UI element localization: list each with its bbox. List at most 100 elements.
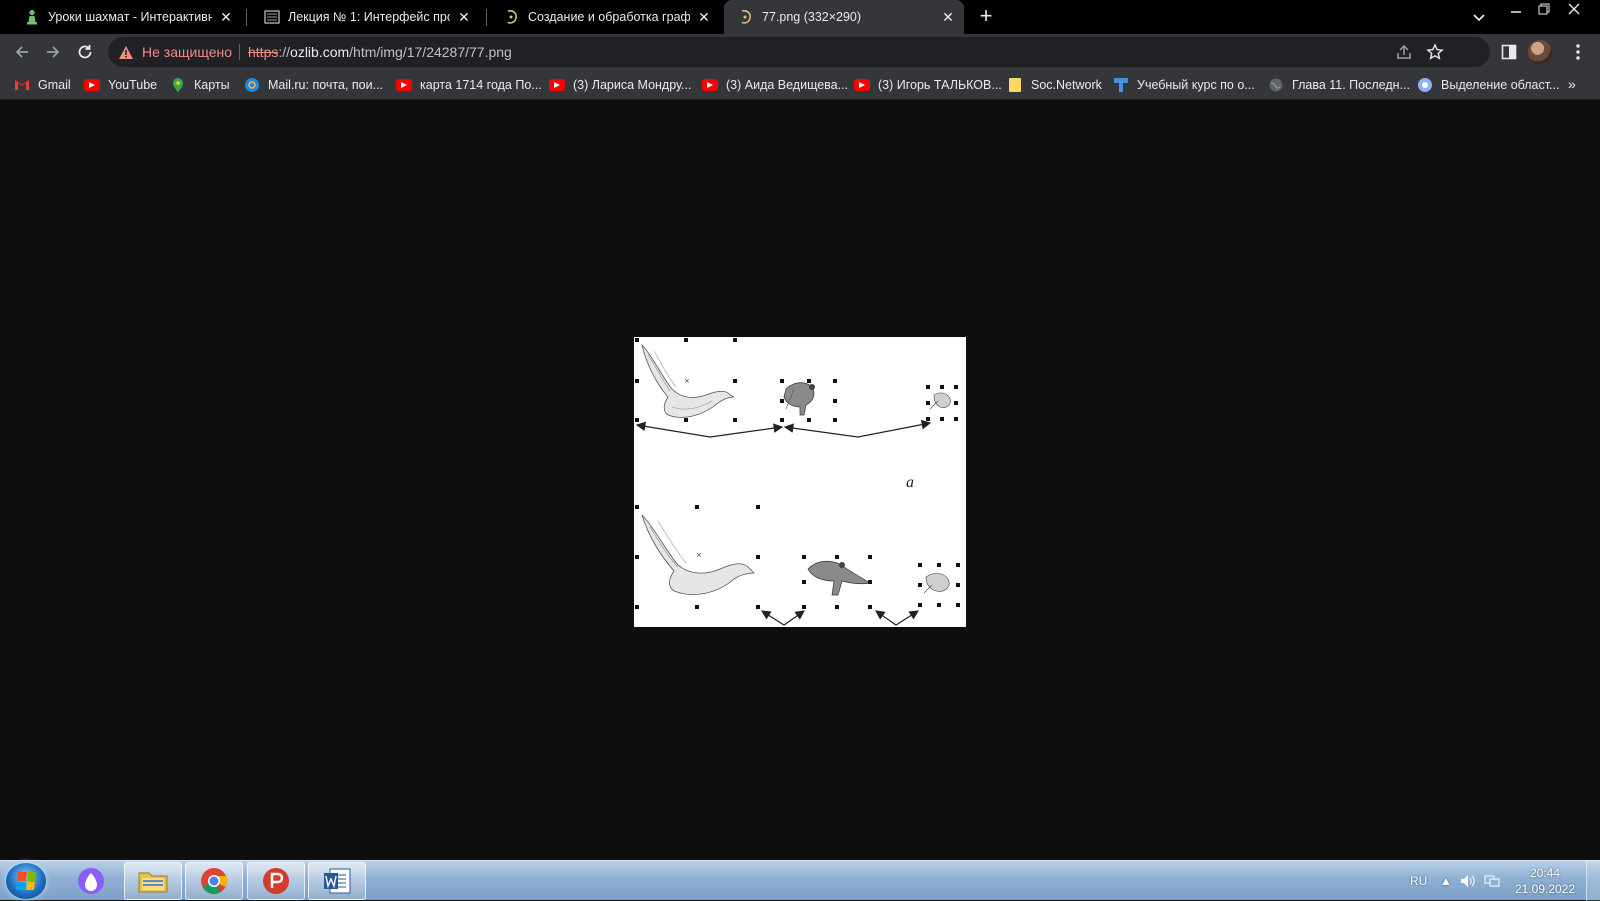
close-tab-icon[interactable]: ✕ (456, 9, 472, 25)
url-scheme: https (248, 44, 279, 60)
clock-date: 21.09.2022 (1514, 882, 1576, 896)
restore-button[interactable] (1530, 0, 1558, 18)
displayed-image: × а × (634, 337, 966, 627)
security-indicator[interactable]: Не защищено (118, 43, 232, 61)
maps-icon (170, 77, 186, 93)
bookmark-aida[interactable]: (3) Аида Ведищева... (702, 76, 848, 94)
network-icon[interactable] (1484, 861, 1500, 901)
close-tab-icon[interactable]: ✕ (218, 9, 234, 25)
bookmark-star-icon[interactable] (1426, 43, 1444, 61)
more-bookmarks-button[interactable]: » (1568, 76, 1576, 92)
svg-text:×: × (696, 551, 702, 559)
bookmark-label: (3) Лариса Мондру... (573, 78, 692, 92)
url-host: ozlib.com (290, 44, 350, 60)
bookmarks-bar: Gmail YouTube Карты Mail.ru: почта, пои.… (0, 70, 1600, 100)
menu-kebab-icon[interactable] (1566, 40, 1590, 64)
bookmark-youtube[interactable]: YouTube (84, 76, 157, 94)
youtube-icon (84, 79, 100, 91)
profile-avatar[interactable] (1528, 40, 1552, 64)
language-indicator[interactable]: RU (1410, 861, 1427, 901)
falcon-upper (783, 382, 815, 416)
bookmark-label: Gmail (38, 78, 71, 92)
tray-expand-icon[interactable]: ▲ (1440, 861, 1452, 901)
show-desktop-button[interactable] (1586, 861, 1600, 901)
upper-arrows (635, 419, 932, 438)
bookmark-chapter-11[interactable]: Глава 11. Последн... (1268, 76, 1410, 94)
tab-separator (486, 9, 487, 26)
course-icon (1113, 77, 1129, 93)
bookmark-igor[interactable]: (3) Игорь ТАЛЬКОВ... (854, 76, 1002, 94)
windows-taskbar: RU ▲ 20:44 21.09.2022 (0, 860, 1600, 901)
tab-separator (246, 9, 247, 26)
tab-search-chevron-icon[interactable] (1470, 8, 1488, 26)
bookmark-selection[interactable]: Выделение област... (1417, 76, 1560, 94)
close-window-button[interactable] (1560, 0, 1588, 18)
system-clock[interactable]: 20:44 21.09.2022 (1510, 865, 1580, 897)
bookmark-label: (3) Аида Ведищева... (726, 78, 849, 92)
volume-icon[interactable] (1460, 861, 1476, 901)
forward-button[interactable] (41, 40, 65, 64)
bookmark-label: Mail.ru: почта, пои... (268, 78, 384, 92)
chrome-ext-icon (1417, 77, 1433, 93)
bookmark-gmail[interactable]: Gmail (14, 76, 71, 94)
url-path: /htm/img/17/24287/77.png (349, 44, 512, 60)
bookmark-label: Учебный курс по о... (1137, 78, 1255, 92)
tab-graphics[interactable]: Создание и обработка графиче ✕ (490, 0, 720, 34)
tab-image-77[interactable]: 77.png (332×290) ✕ (724, 0, 964, 34)
svg-text:×: × (684, 377, 690, 385)
bookmark-mailru[interactable]: Mail.ru: почта, пои... (244, 76, 383, 94)
small-bird-lower (923, 573, 950, 594)
tab-lecture[interactable]: Лекция № 1: Интерфейс програ ✕ (250, 0, 480, 34)
chess-pawn-icon (24, 9, 40, 25)
bookmark-label: (3) Игорь ТАЛЬКОВ... (878, 78, 1002, 92)
mailru-icon (244, 77, 260, 93)
url-scheme-separator: :// (278, 44, 291, 60)
tab-strip: Уроки шахмат - Интерактивные ✕ Лекция № … (0, 0, 1600, 34)
tab-title: Уроки шахмат - Интерактивные (48, 10, 212, 24)
lower-arrows (760, 610, 920, 626)
bookmark-label: YouTube (108, 78, 158, 92)
close-tab-icon[interactable]: ✕ (940, 9, 956, 25)
new-tab-button[interactable]: + (974, 5, 998, 29)
share-icon[interactable] (1395, 43, 1413, 61)
start-button[interactable] (6, 863, 46, 899)
omnibox-separator (239, 44, 240, 60)
chrome-icon[interactable] (185, 862, 243, 900)
bookmark-course[interactable]: Учебный курс по о... (1113, 76, 1255, 94)
url-text[interactable]: https://ozlib.com/htm/img/17/24287/77.pn… (248, 44, 512, 60)
word-icon[interactable] (308, 862, 366, 900)
minimize-button[interactable] (1502, 0, 1530, 18)
tab-title: Лекция № 1: Интерфейс програ (288, 10, 450, 24)
swan-upper: × (641, 343, 735, 418)
warning-icon (119, 45, 133, 59)
back-button[interactable] (10, 40, 34, 64)
toolbar: Не защищено https://ozlib.com/htm/img/17… (0, 34, 1600, 70)
alice-icon[interactable] (62, 862, 120, 900)
explorer-icon[interactable] (124, 862, 182, 900)
bookmark-label: Выделение област... (1441, 78, 1560, 92)
falcon-lower (807, 560, 871, 596)
presenter-icon[interactable] (247, 862, 305, 900)
ozlib-icon (504, 9, 520, 25)
bookmark-label: Карты (194, 78, 230, 92)
lecture-icon (264, 9, 280, 25)
side-panel-icon[interactable] (1497, 40, 1521, 64)
bookmark-maps[interactable]: Карты (170, 76, 230, 94)
swan-lower: × (641, 514, 755, 595)
bookmark-folder-socnetwork[interactable]: Soc.Network (1007, 76, 1102, 94)
address-bar[interactable]: Не защищено https://ozlib.com/htm/img/17… (108, 37, 1490, 67)
bookmark-larisa[interactable]: (3) Лариса Мондру... (549, 76, 691, 94)
figure-label: а (906, 474, 914, 491)
tab-chess-lessons[interactable]: Уроки шахмат - Интерактивные ✕ (10, 0, 242, 34)
image-viewer: × а × (0, 101, 1600, 860)
close-tab-icon[interactable]: ✕ (696, 9, 712, 25)
ozlib-icon (738, 9, 754, 25)
bookmark-label: Soc.Network (1031, 78, 1102, 92)
reload-button[interactable] (73, 40, 97, 64)
folder-icon (1007, 77, 1023, 93)
gmail-icon (14, 77, 30, 93)
bookmark-label: Глава 11. Последн... (1292, 78, 1410, 92)
bookmark-map-1714[interactable]: карта 1714 года По... (396, 76, 542, 94)
youtube-icon (549, 79, 565, 91)
windows-logo-icon (16, 872, 36, 890)
